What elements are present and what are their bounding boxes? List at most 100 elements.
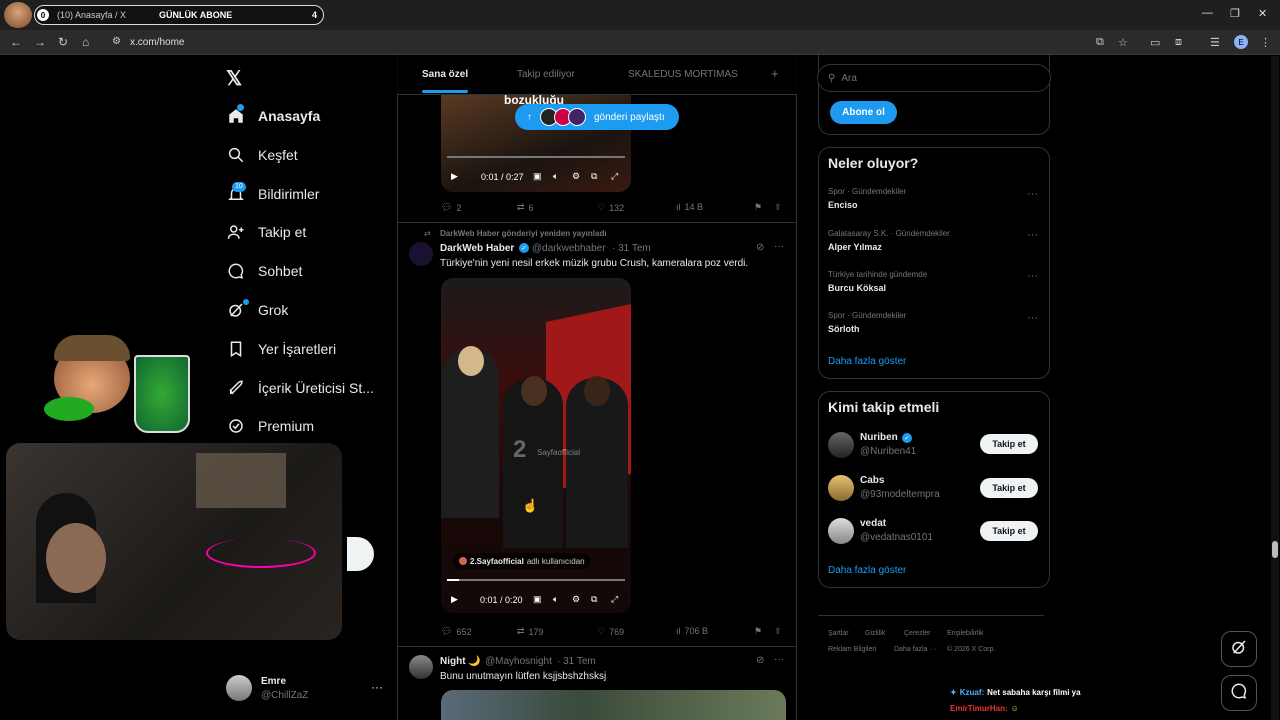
follow-button[interactable]: Takip et (980, 478, 1038, 498)
avatar[interactable] (409, 242, 433, 266)
play-icon[interactable]: ▶ (451, 594, 458, 605)
nav-premium[interactable]: Premium (226, 411, 314, 441)
maximize-icon[interactable]: ❐ (1230, 7, 1240, 20)
trend-item[interactable]: Enciso (828, 200, 858, 210)
add-tab-icon[interactable]: + (771, 66, 779, 81)
nav-follow[interactable]: Takip et (226, 217, 306, 247)
browser-tab[interactable]: 0 (10) Anasayfa / X GÜNLÜK ABONE 4 (34, 5, 324, 25)
grok-explain-icon[interactable]: ⊘ (756, 655, 764, 666)
footer-link[interactable]: Daha fazla ··· (894, 646, 936, 653)
trend-more-icon[interactable]: ··· (1027, 270, 1038, 282)
account-menu-icon[interactable]: ··· (371, 680, 383, 694)
attribution-chip[interactable]: 2.Sayfaofficial adlı kullanıcıdan (453, 553, 591, 569)
star-icon[interactable]: ☆ (1118, 36, 1128, 49)
volume-icon[interactable]: 🔈︎ (553, 171, 558, 182)
volume-icon[interactable]: 🔈︎ (553, 594, 558, 605)
settings-icon[interactable]: ⚙ (572, 171, 580, 182)
like-button[interactable]: ♡ 769 (597, 626, 624, 637)
settings-icon[interactable]: ⚙ (572, 594, 580, 605)
messages-float-button[interactable] (1221, 675, 1257, 711)
post-button[interactable] (347, 537, 374, 571)
trend-item[interactable]: Burcu Köksal (828, 283, 886, 293)
close-icon[interactable]: ✕ (1258, 7, 1267, 20)
footer-link[interactable]: Erişilebilirlik (947, 630, 984, 637)
trends-show-more[interactable]: Daha fazla göster (828, 356, 906, 367)
who-show-more[interactable]: Daha fazla göster (828, 565, 906, 576)
cast-icon[interactable]: ▭ (1150, 36, 1160, 49)
reload-icon[interactable]: ↻ (58, 35, 68, 49)
nav-explore[interactable]: Keşfet (226, 140, 298, 170)
bookmark-post-icon[interactable]: ⚑ (754, 202, 762, 213)
captions-icon[interactable]: ▣ (533, 594, 542, 605)
repost-button[interactable]: ⇄ 6 (517, 202, 534, 213)
tab-for-you[interactable]: Sana özel (422, 69, 468, 80)
scrollbar-thumb[interactable] (1272, 541, 1278, 558)
bookmark-post-icon[interactable]: ⚑ (754, 626, 762, 637)
follow-button[interactable]: Takip et (980, 521, 1038, 541)
share-icon[interactable]: ⇪ (774, 626, 782, 637)
post3-date[interactable]: · 31 Tem (557, 656, 596, 667)
post2-video[interactable]: 2 Sayfaofficial 2.Sayfaofficial adlı kul… (441, 278, 631, 613)
pip-icon[interactable]: ⧉ (591, 594, 597, 605)
views-button[interactable]: ıl 14 B (676, 202, 703, 212)
avatar[interactable] (828, 518, 854, 544)
avatar[interactable] (409, 655, 433, 679)
post2-progress[interactable] (447, 579, 625, 581)
install-icon[interactable]: ⧉ (1096, 36, 1104, 49)
play-icon[interactable]: ▶ (451, 171, 458, 182)
menu-icon[interactable]: ⋮ (1260, 36, 1271, 49)
avatar[interactable] (828, 432, 854, 458)
more-icon[interactable]: ··· (774, 654, 784, 665)
trend-more-icon[interactable]: ··· (1027, 188, 1038, 200)
home-button-icon[interactable]: ⌂ (82, 35, 89, 49)
subscribe-button[interactable]: Abone ol (830, 101, 897, 124)
forward-icon[interactable]: → (34, 35, 46, 49)
post3-media[interactable] (441, 690, 786, 720)
who-name[interactable]: Nuriben (860, 432, 898, 443)
reply-button[interactable]: 💬︎ 2 (441, 202, 461, 213)
nav-grok[interactable]: Grok (226, 295, 288, 325)
tab-following[interactable]: Takip ediliyor (517, 69, 575, 80)
new-posts-pill[interactable]: ↑ gönderi paylaştı (515, 104, 679, 130)
more-icon[interactable]: ··· (774, 241, 784, 252)
search-input[interactable]: ⚲ Ara (817, 64, 1051, 92)
tab-search-icon[interactable]: ☰ (1210, 36, 1220, 49)
avatar[interactable] (828, 475, 854, 501)
post2-date[interactable]: · 31 Tem (612, 243, 651, 254)
back-icon[interactable]: ← (10, 35, 22, 49)
profile-badge[interactable]: E (1234, 35, 1248, 49)
trend-more-icon[interactable]: ··· (1027, 312, 1038, 324)
who-name[interactable]: Cabs (860, 475, 884, 486)
fullscreen-icon[interactable]: ⤢ (611, 594, 618, 605)
pip-icon[interactable]: ⧉ (591, 171, 597, 182)
follow-button[interactable]: Takip et (980, 434, 1038, 454)
like-button[interactable]: ♡ 132 (597, 202, 624, 213)
post2-handle[interactable]: @darkwebhaber (532, 243, 606, 254)
nav-bookmarks[interactable]: Yer İşaretleri (226, 334, 336, 364)
footer-link[interactable]: Şartlar (828, 630, 849, 637)
post3-handle[interactable]: @Mayhosnight (485, 656, 552, 667)
views-button[interactable]: ıl 706 B (676, 626, 708, 636)
url-field[interactable]: x.com/home (130, 37, 184, 48)
captions-icon[interactable]: ▣ (533, 171, 542, 182)
share-icon[interactable]: ⇪ (774, 202, 782, 213)
grok-explain-icon[interactable]: ⊘ (756, 242, 764, 253)
nav-chat[interactable]: Sohbet (226, 256, 302, 286)
reply-button[interactable]: 💬︎ 652 (441, 626, 471, 637)
minimize-icon[interactable]: — (1202, 7, 1213, 19)
grok-float-button[interactable] (1221, 631, 1257, 667)
x-logo[interactable]: 𝕏 (226, 66, 242, 91)
trend-more-icon[interactable]: ··· (1027, 229, 1038, 241)
fullscreen-icon[interactable]: ⤢ (611, 171, 618, 182)
page-scrollbar[interactable] (1271, 56, 1279, 720)
extensions-icon[interactable]: ⧈ (1175, 36, 1182, 49)
trend-item[interactable]: Alper Yılmaz (828, 242, 882, 252)
repost-button[interactable]: ⇄ 179 (517, 626, 544, 637)
nav-creator-studio[interactable]: İçerik Üreticisi St... (226, 373, 374, 403)
trend-item[interactable]: Sörloth (828, 324, 860, 334)
site-info-icon[interactable]: ⚙ (112, 36, 121, 47)
tab-list[interactable]: SKALEDUS MORTIMAS (628, 69, 738, 80)
post3-author[interactable]: Night 🌙 (440, 656, 481, 667)
who-name[interactable]: vedat (860, 518, 886, 529)
footer-link[interactable]: Reklam Bilgileri (828, 646, 876, 653)
